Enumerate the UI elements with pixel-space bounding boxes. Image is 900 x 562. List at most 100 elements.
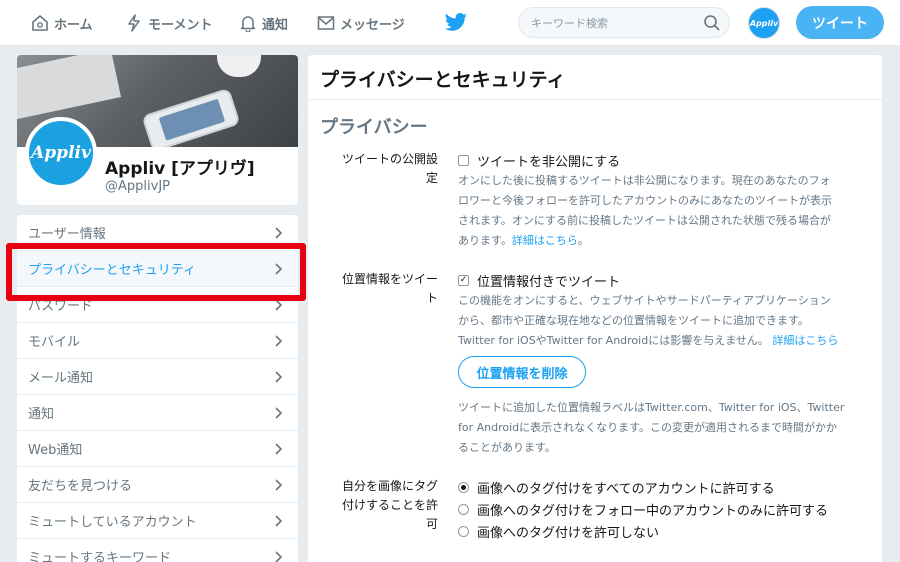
chevron-right-icon <box>275 407 283 419</box>
menu-item-label: 通知 <box>28 407 55 422</box>
description-line: ロワーと今後フォローを許可したアカウントのみにあなたのツイートが表示 <box>458 194 832 207</box>
profile-avatar[interactable]: Appliv <box>25 117 97 189</box>
nav-messages[interactable]: メッセージ <box>316 0 405 46</box>
tagging-option-following[interactable]: 画像へのタグ付けをフォロー中のアカウントのみに許可する <box>458 500 828 519</box>
radio-button[interactable] <box>458 504 469 515</box>
banner-paper <box>17 55 121 120</box>
envelope-icon <box>316 13 336 33</box>
menu-item-notifications[interactable]: 通知 <box>17 395 298 431</box>
description-line: あります。詳細はこちら。 <box>458 231 862 251</box>
nav-home[interactable]: ホーム <box>30 0 93 46</box>
photo-tagging-label-line: 付けすることを許 <box>341 498 438 512</box>
protect-tweets-label-line: 定 <box>425 171 438 185</box>
menu-item-privacy-security[interactable]: プライバシーとセキュリティ <box>17 251 298 287</box>
bell-icon <box>238 13 258 33</box>
menu-item-label: メール通知 <box>28 371 94 386</box>
page-title: プライバシーとセキュリティ <box>320 69 566 91</box>
menu-item-label: ミュートするキーワード <box>28 551 172 562</box>
description-line: から、都市や正確な現在地などの位置情報をツイートに追加できます。 <box>458 314 809 327</box>
menu-item-password[interactable]: パスワード <box>17 287 298 323</box>
description-line: オンにした後に投稿するツイートは非公開になります。現在のあなたのフォ <box>458 174 831 187</box>
description-line: されます。オンにする前に投稿したツイートは公開された状態で残る場合が <box>458 214 832 227</box>
menu-item-label: ミュートしているアカウント <box>28 515 197 530</box>
menu-item-find-friends[interactable]: 友だちを見つける <box>17 467 298 503</box>
protect-tweets-option-label: ツイートを非公開にする <box>477 155 621 170</box>
protect-tweets-option[interactable]: ツイートを非公開にする <box>458 151 620 170</box>
description-line: Twitter for iOSやTwitter for Androidには影響を… <box>458 331 862 351</box>
banner-cup <box>217 55 261 77</box>
note-line: for Androidに表示されなくなります。この変更が適用されるまで時間がかか <box>458 421 838 434</box>
chevron-right-icon <box>275 227 283 239</box>
radio-button[interactable] <box>458 526 469 537</box>
protect-tweets-label: ツイートの公開設 定 <box>326 150 438 188</box>
search-input[interactable] <box>531 13 691 33</box>
profile-card[interactable]: Appliv Appliv [アプリヴ] @ApplivJP <box>17 55 298 205</box>
profile-avatar-text: Appliv <box>31 143 91 163</box>
nav-notifications-label: 通知 <box>262 17 289 33</box>
twitter-bird-icon[interactable] <box>444 12 468 34</box>
photo-tagging-label: 自分を画像にタグ 付けすることを許 可 <box>326 477 438 534</box>
account-avatar-text: Appliv <box>749 18 779 28</box>
tagging-option-label: 画像へのタグ付けをすべてのアカウントに許可する <box>477 482 775 497</box>
privacy-settings-panel: プライバシーとセキュリティ プライバシー ツイートの公開設 定 ツイートを非公開… <box>308 55 882 562</box>
photo-tagging-label-line: 自分を画像にタグ <box>341 479 438 493</box>
top-navigation-bar: ホーム モーメント 通知 メッセージ Appliv ツイート <box>0 0 900 46</box>
location-label-line: 位置情報をツイー <box>341 272 438 286</box>
menu-item-email-notifications[interactable]: メール通知 <box>17 359 298 395</box>
location-description: この機能をオンにすると、ウェブサイトやサードパーティアプリケーション から、都市… <box>458 291 862 351</box>
location-option-label: 位置情報付きでツイート <box>477 275 621 290</box>
protect-tweets-description: オンにした後に投稿するツイートは非公開になります。現在のあなたのフォ ロワーと今… <box>458 171 862 251</box>
banner-phone-screen <box>158 98 226 141</box>
nav-moments[interactable]: モーメント <box>124 0 212 46</box>
location-checkbox[interactable]: ✓ <box>458 275 469 286</box>
nav-moments-label: モーメント <box>148 17 213 33</box>
home-icon <box>30 13 50 33</box>
menu-item-web-notifications[interactable]: Web通知 <box>17 431 298 467</box>
menu-item-user-info[interactable]: ユーザー情報 <box>17 215 298 251</box>
description-line: この機能をオンにすると、ウェブサイトやサードパーティアプリケーション <box>458 294 831 307</box>
tagging-option-label: 画像へのタグ付けを許可しない <box>477 526 660 541</box>
description-text: あります。 <box>458 234 512 247</box>
menu-item-label: Web通知 <box>28 443 83 458</box>
tagging-option-label: 画像へのタグ付けをフォロー中のアカウントのみに許可する <box>477 504 829 519</box>
radio-button[interactable] <box>458 482 469 493</box>
banner-phone <box>141 87 241 147</box>
location-option[interactable]: ✓ 位置情報付きでツイート <box>458 271 620 290</box>
chevron-right-icon <box>275 263 283 275</box>
menu-item-label: 友だちを見つける <box>28 479 133 494</box>
chevron-right-icon <box>275 335 283 347</box>
location-label-line: ト <box>425 291 438 305</box>
protect-tweets-label-line: ツイートの公開設 <box>341 152 438 166</box>
chevron-right-icon <box>275 371 283 383</box>
profile-name[interactable]: Appliv [アプリヴ] <box>105 154 255 179</box>
description-text: 。 <box>577 234 589 247</box>
nav-notifications[interactable]: 通知 <box>238 0 288 46</box>
location-note: ツイートに追加した位置情報ラベルはTwitter.com、Twitter for… <box>458 398 862 458</box>
menu-item-muted-words[interactable]: ミュートするキーワード <box>17 539 298 562</box>
menu-item-label: プライバシーとセキュリティ <box>28 263 196 278</box>
search-icon[interactable] <box>703 14 721 32</box>
tagging-option-everyone[interactable]: 画像へのタグ付けをすべてのアカウントに許可する <box>458 478 775 497</box>
menu-item-mobile[interactable]: モバイル <box>17 323 298 359</box>
account-avatar[interactable]: Appliv <box>748 7 780 39</box>
tagging-option-none[interactable]: 画像へのタグ付けを許可しない <box>458 522 659 541</box>
description-text: Twitter for iOSやTwitter for Androidには影響を… <box>458 334 769 347</box>
delete-location-button[interactable]: 位置情報を削除 <box>458 356 586 388</box>
learn-more-link[interactable]: 詳細はこちら <box>512 234 578 247</box>
note-line: ることがあります。 <box>458 441 556 454</box>
tweet-button[interactable]: ツイート <box>796 6 884 39</box>
chevron-right-icon <box>275 443 283 455</box>
protect-tweets-checkbox[interactable] <box>458 155 469 166</box>
chevron-right-icon <box>275 299 283 311</box>
search-box[interactable] <box>518 7 730 38</box>
menu-item-muted-accounts[interactable]: ミュートしているアカウント <box>17 503 298 539</box>
photo-tagging-label-line: 可 <box>425 517 438 531</box>
menu-item-label: ユーザー情報 <box>28 227 106 242</box>
chevron-right-icon <box>275 479 283 491</box>
lightning-icon <box>124 13 144 33</box>
learn-more-link[interactable]: 詳細はこちら <box>772 334 838 347</box>
menu-item-label: パスワード <box>28 299 94 314</box>
profile-handle[interactable]: @ApplivJP <box>105 179 170 194</box>
location-label: 位置情報をツイー ト <box>326 270 438 308</box>
divider <box>308 99 882 100</box>
